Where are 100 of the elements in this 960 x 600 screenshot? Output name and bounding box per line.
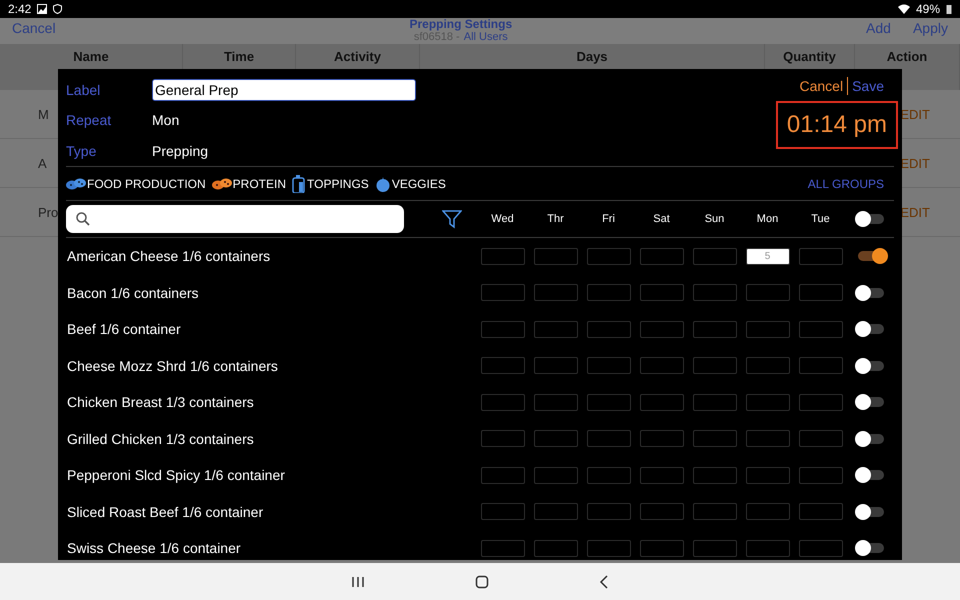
quantity-field[interactable] — [640, 540, 684, 557]
toggle-switch[interactable] — [858, 360, 884, 371]
search-field[interactable] — [66, 205, 404, 233]
quantity-field[interactable] — [798, 466, 842, 484]
quantity-field[interactable] — [746, 430, 790, 448]
quantity-field[interactable] — [640, 248, 684, 265]
quantity-field[interactable] — [640, 466, 684, 484]
quantity-field[interactable] — [586, 394, 630, 411]
quantity-field[interactable]: 5 — [746, 248, 790, 265]
item-name: Cheese Mozz Shrd 1/6 containers — [66, 358, 279, 374]
quantity-field[interactable] — [692, 284, 736, 302]
users-link[interactable]: All Users — [464, 31, 508, 44]
tomato-icon — [374, 176, 391, 192]
apply-link[interactable]: Apply — [912, 18, 948, 36]
item-name: Pepperoni Slcd Spicy 1/6 container — [66, 467, 286, 484]
quantity-field[interactable] — [480, 466, 524, 484]
quantity-field[interactable] — [798, 248, 842, 265]
quantity-field[interactable] — [480, 320, 524, 338]
toggle-switch[interactable] — [858, 543, 884, 554]
quantity-field[interactable] — [480, 430, 524, 448]
quantity-field[interactable] — [586, 430, 630, 448]
quantity-field[interactable] — [534, 540, 578, 557]
quantity-field[interactable] — [746, 320, 790, 338]
toggle-switch[interactable] — [858, 324, 884, 334]
quantity-field[interactable] — [692, 248, 736, 265]
item-name: Swiss Cheese 1/6 container — [66, 540, 242, 556]
quantity-field[interactable] — [640, 394, 684, 411]
quantity-field[interactable] — [586, 357, 630, 374]
field-value: Prepping — [152, 142, 208, 159]
quantity-field[interactable] — [480, 394, 524, 411]
quantity-field[interactable] — [746, 284, 790, 302]
toggle-switch[interactable] — [858, 506, 884, 517]
toggle-switch[interactable] — [858, 397, 884, 408]
group-filter[interactable]: FOOD PRODUCTION — [66, 176, 206, 190]
quantity-field[interactable] — [640, 320, 684, 338]
quantity-field[interactable] — [480, 357, 524, 374]
quantity-field[interactable] — [798, 284, 842, 302]
toggle-switch[interactable] — [858, 470, 884, 480]
quantity-field[interactable] — [480, 540, 524, 557]
quantity-field[interactable] — [798, 430, 842, 448]
quantity-field[interactable] — [692, 320, 736, 338]
quantity-field[interactable] — [746, 503, 790, 520]
quantity-field[interactable] — [798, 357, 842, 374]
quantity-field[interactable] — [692, 430, 736, 448]
toggle-switch[interactable] — [858, 214, 884, 224]
quantity-field[interactable] — [586, 466, 630, 484]
quantity-field[interactable] — [534, 320, 578, 338]
quantity-field[interactable] — [534, 466, 578, 484]
page-title: Prepping Settings — [409, 18, 512, 31]
quantity-field[interactable] — [640, 284, 684, 302]
quantity-field[interactable] — [692, 357, 736, 374]
quantity-field[interactable] — [692, 466, 736, 484]
quantity-field[interactable] — [692, 503, 736, 520]
quantity-field[interactable] — [534, 394, 578, 411]
home-icon[interactable] — [475, 574, 489, 588]
filter-icon[interactable] — [442, 209, 462, 229]
day-header: Tue — [810, 213, 831, 225]
back-icon[interactable] — [599, 574, 609, 588]
quantity-field[interactable] — [798, 394, 842, 411]
quantity-field[interactable] — [746, 357, 790, 374]
quantity-field[interactable] — [746, 540, 790, 557]
quantity-field[interactable] — [534, 357, 578, 374]
recent-apps-icon[interactable] — [351, 576, 365, 588]
quantity-field[interactable] — [480, 248, 524, 265]
quantity-field[interactable] — [480, 503, 524, 520]
group-filter[interactable]: VEGGIES — [374, 176, 446, 192]
quantity-field[interactable] — [586, 503, 630, 520]
quantity-field[interactable] — [640, 357, 684, 374]
quantity-field[interactable] — [746, 466, 790, 484]
quantity-field[interactable] — [798, 503, 842, 520]
quantity-field[interactable] — [534, 503, 578, 520]
quantity-field[interactable] — [746, 394, 790, 411]
add-link[interactable]: Add — [866, 18, 891, 36]
item-name: Grilled Chicken 1/3 containers — [66, 430, 255, 447]
group-filter[interactable]: PROTEIN — [212, 176, 286, 190]
quantity-field[interactable] — [798, 540, 842, 557]
quantity-field[interactable] — [534, 248, 578, 265]
quantity-field[interactable] — [692, 394, 736, 411]
quantity-field[interactable] — [534, 430, 578, 448]
group-filter[interactable]: TOPPINGS — [292, 174, 369, 192]
toggle-switch[interactable] — [858, 434, 884, 444]
quantity-field[interactable] — [640, 503, 684, 520]
quantity-field[interactable] — [586, 320, 630, 338]
quantity-field[interactable] — [480, 284, 524, 302]
quantity-field[interactable] — [586, 540, 630, 557]
quantity-field[interactable] — [534, 284, 578, 302]
cancel-button[interactable]: Cancel — [793, 77, 848, 95]
toggle-switch[interactable] — [858, 288, 884, 298]
quantity-field[interactable] — [798, 320, 842, 338]
search-icon — [76, 212, 90, 226]
all-groups-button[interactable]: ALL GROUPS — [802, 176, 894, 192]
time-display[interactable]: 01:14 pm — [776, 101, 898, 149]
day-header: Thr — [546, 213, 565, 225]
battery-icon — [946, 4, 952, 14]
quantity-field[interactable] — [586, 248, 630, 265]
label-field[interactable]: General Prep — [152, 79, 416, 102]
quantity-field[interactable] — [640, 430, 684, 448]
cancel-link[interactable]: Cancel — [12, 18, 56, 36]
quantity-field[interactable] — [586, 284, 630, 302]
quantity-field[interactable] — [692, 540, 736, 557]
